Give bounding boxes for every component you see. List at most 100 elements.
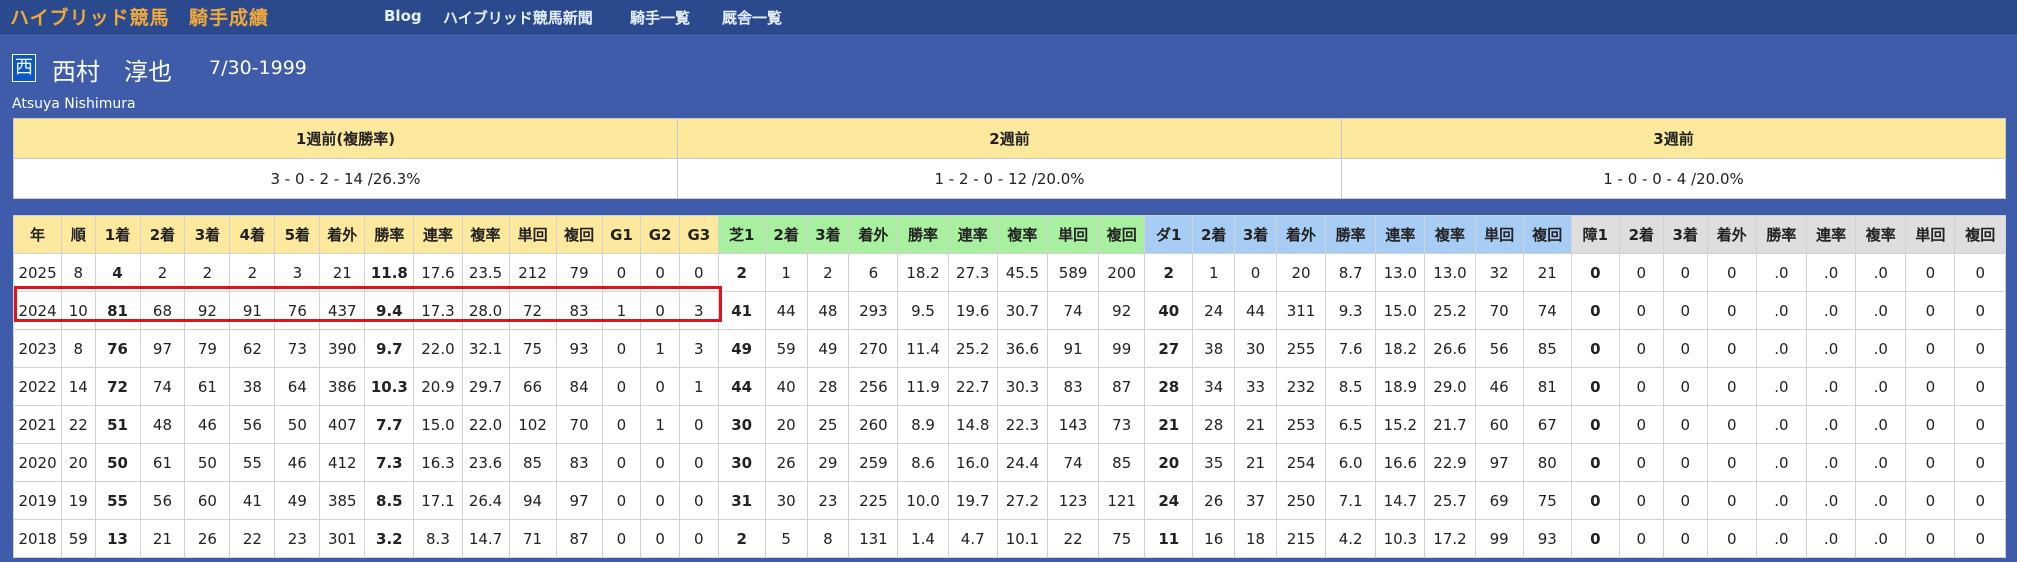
stats-cell: 0 xyxy=(1905,519,1956,558)
stats-header-cell: 着外 xyxy=(319,215,366,254)
stats-cell: 0 xyxy=(1570,367,1620,406)
stats-cell: 0 xyxy=(1570,253,1620,292)
stats-cell: 49 xyxy=(717,329,766,368)
stats-cell: .0 xyxy=(1855,253,1907,292)
site-brand[interactable]: ハイブリッド競馬 xyxy=(10,3,170,30)
stats-row-2025: 2025 8 4 2 2 2 3 21 11.8 17.6 23.5 212 79 0 0 0 2 1 2 6 18.2… xyxy=(12,253,2006,292)
stats-cell: 29.7 xyxy=(461,367,510,406)
stats-row-2018: 2018 59 13 21 26 22 23 301 3.2 8.3 14.7 71 87 0 0 0 2 5 8 1… xyxy=(12,519,2006,558)
stats-cell: 6 xyxy=(848,253,899,292)
stats-cell: 311 xyxy=(1275,291,1327,330)
stats-cell: 74 xyxy=(1046,443,1100,482)
nav-link-blog[interactable]: Blog xyxy=(384,7,422,25)
stats-cell: 74 xyxy=(1522,291,1572,330)
stats-cell: 11.9 xyxy=(897,367,949,406)
recent-value-week1: 3 - 0 - 2 - 14 /26.3% xyxy=(13,158,678,199)
stats-header-cell: 単回 xyxy=(1905,215,1956,254)
stats-cell: 85 xyxy=(508,443,557,482)
stats-cell: 70 xyxy=(555,405,603,444)
stats-cell: 69 xyxy=(1474,481,1524,520)
stats-cell: 8.5 xyxy=(364,481,415,520)
stats-cell: 67 xyxy=(1522,405,1572,444)
stats-cell: 2 xyxy=(806,253,850,292)
stats-header-cell: 2着 xyxy=(764,215,808,254)
stats-cell: .0 xyxy=(1755,443,1808,482)
stats-cell: 26.4 xyxy=(461,481,510,520)
stats-cell: 83 xyxy=(1046,367,1100,406)
stats-cell: 1 xyxy=(678,367,719,406)
stats-cell: 83 xyxy=(555,443,603,482)
stats-cell: 26 xyxy=(1192,481,1236,520)
stats-cell: 28 xyxy=(806,367,850,406)
stats-cell: 259 xyxy=(848,443,899,482)
nav-link-jockey-list[interactable]: 騎手一覧 xyxy=(630,7,690,28)
jockey-initial-icon: 西 xyxy=(12,54,36,82)
stats-cell: 36.6 xyxy=(996,329,1048,368)
stats-cell: 19.7 xyxy=(947,481,998,520)
stats-cell: 0 xyxy=(601,367,642,406)
stats-header-cell: 3着 xyxy=(1234,215,1277,254)
stats-cell: 0 xyxy=(1618,367,1664,406)
stats-cell: 17.3 xyxy=(413,291,463,330)
stats-cell: 56 xyxy=(139,481,186,520)
stats-cell: 0 xyxy=(1618,519,1664,558)
stats-cell: 49 xyxy=(274,481,321,520)
stats-cell: 41 xyxy=(229,481,276,520)
stats-cell: 28.0 xyxy=(461,291,510,330)
stats-cell: 0 xyxy=(1954,367,2006,406)
stats-row-2019: 2019 19 55 56 60 41 49 385 8.5 17.1 26.4 94 97 0 0 0 31 3… xyxy=(12,481,2006,520)
stats-cell: 84 xyxy=(555,367,603,406)
stats-cell: 27 xyxy=(1144,329,1194,368)
stats-cell: .0 xyxy=(1855,481,1907,520)
stats-header-cell: 複回 xyxy=(1522,215,1572,254)
stats-cell: 0 xyxy=(640,367,680,406)
stats-header-cell: 複率 xyxy=(1855,215,1907,254)
stats-cell: 41 xyxy=(717,291,766,330)
stats-cell: 8 xyxy=(61,253,96,292)
stats-cell: 255 xyxy=(1275,329,1327,368)
stats-cell: 22.9 xyxy=(1424,443,1476,482)
stats-cell: 9.4 xyxy=(364,291,415,330)
stats-cell: 73 xyxy=(274,329,321,368)
nav-link-newspaper[interactable]: ハイブリッド競馬新聞 xyxy=(443,7,593,28)
stats-cell: 49 xyxy=(806,329,850,368)
nav-link-stable-list[interactable]: 厩舎一覧 xyxy=(722,7,782,28)
recent-header-week1: 1週前(複勝率) xyxy=(13,118,678,159)
stats-cell: 23 xyxy=(806,481,850,520)
stats-cell: 0 xyxy=(1905,405,1956,444)
stats-cell: 48 xyxy=(806,291,850,330)
stats-cell: 0 xyxy=(1905,291,1956,330)
stats-cell: 10.1 xyxy=(996,519,1048,558)
stats-cell: 61 xyxy=(139,443,186,482)
stats-cell: 121 xyxy=(1098,481,1146,520)
stats-cell: 32.1 xyxy=(461,329,510,368)
stats-header-cell: 芝1 xyxy=(717,215,766,254)
stats-cell: 46 xyxy=(274,443,321,482)
stats-cell: 16.0 xyxy=(947,443,998,482)
stats-cell: 0 xyxy=(678,481,719,520)
stats-cell: 1 xyxy=(640,329,680,368)
stats-cell: 0 xyxy=(1618,253,1664,292)
stats-cell: 44 xyxy=(764,291,808,330)
stats-cell: 0 xyxy=(640,519,680,558)
stats-cell: 0 xyxy=(678,253,719,292)
section-title: 騎手成績 xyxy=(189,7,270,29)
stats-cell: .0 xyxy=(1855,291,1907,330)
stats-cell: 0 xyxy=(1662,291,1708,330)
stats-header-cell: 着外 xyxy=(1706,215,1757,254)
stats-cell: 28 xyxy=(1144,367,1194,406)
stats-cell: 61 xyxy=(184,367,231,406)
stats-cell: 18.9 xyxy=(1375,367,1426,406)
stats-cell: 18.2 xyxy=(1375,329,1426,368)
stats-row-2020: 2020 20 50 61 50 55 46 412 7.3 16.3 23.6 85 83 0 0 0 30 2… xyxy=(12,443,2006,482)
yearly-stats-table: 年順 1着 2着 3着 4着 5着 着外 勝率 連率 複率 単回 複回 G1 G2 G3 芝1 2着 3着 着外 勝率… xyxy=(12,215,2006,558)
stats-cell: 215 xyxy=(1275,519,1327,558)
stats-cell: 16.6 xyxy=(1375,443,1426,482)
stats-cell: 9.3 xyxy=(1325,291,1377,330)
stats-cell: 97 xyxy=(1474,443,1524,482)
stats-header-cell: 勝率 xyxy=(1755,215,1808,254)
stats-cell: 437 xyxy=(319,291,366,330)
stats-cell: 55 xyxy=(229,443,276,482)
stats-cell: 270 xyxy=(848,329,899,368)
stats-cell: 212 xyxy=(508,253,557,292)
